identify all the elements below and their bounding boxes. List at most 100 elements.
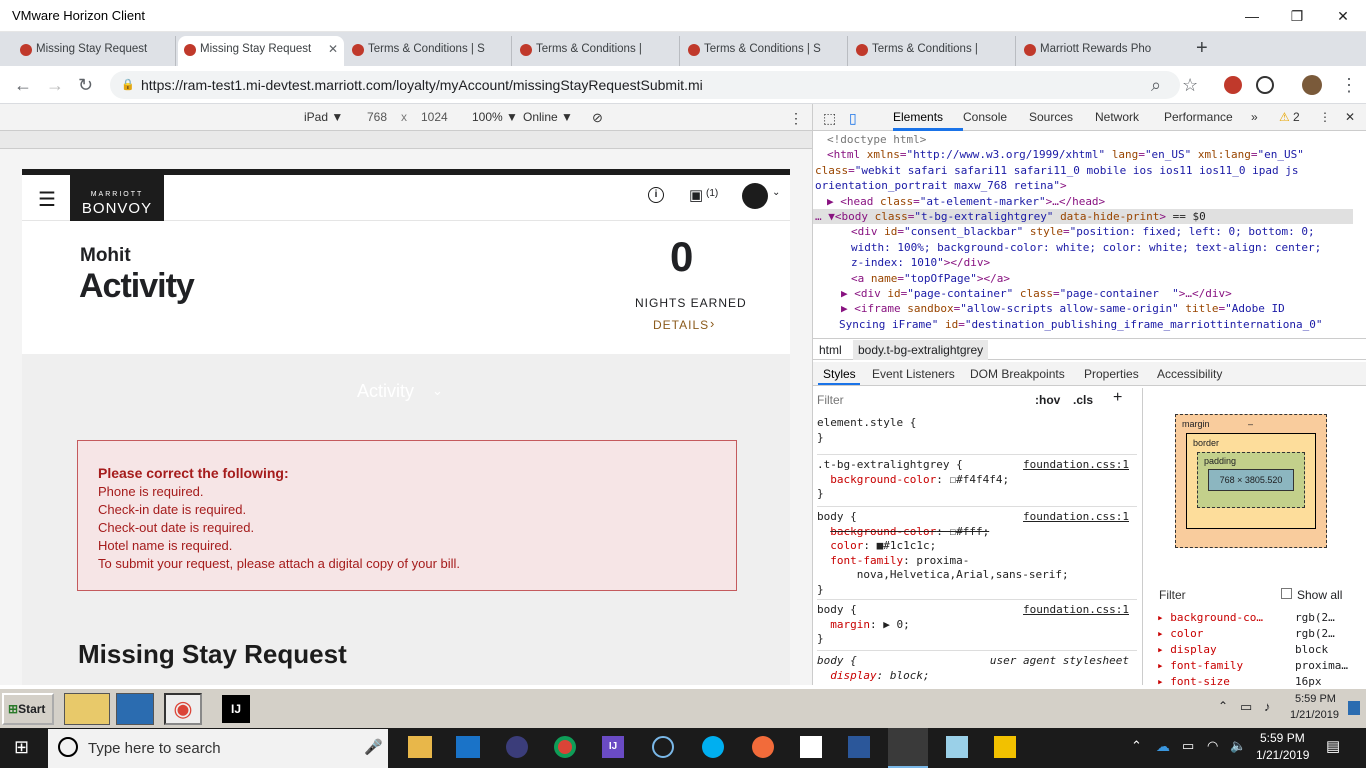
extension-w-icon[interactable] — [1256, 76, 1274, 94]
intellij-icon[interactable]: IJ — [222, 695, 250, 723]
device-menu-icon[interactable]: ⋮ — [789, 110, 803, 127]
wifi-icon[interactable]: ◠ — [1207, 738, 1218, 754]
account-avatar-icon[interactable] — [742, 183, 768, 209]
word-icon[interactable] — [848, 736, 870, 758]
computed-row[interactable]: ▸ display block — [1157, 642, 1353, 658]
microphone-icon[interactable]: 🎤 — [364, 738, 383, 756]
battery-icon[interactable]: ▭ — [1182, 738, 1194, 754]
media-app-icon[interactable] — [652, 736, 674, 758]
tray-chevron-icon[interactable]: ⌃ — [1218, 699, 1228, 713]
network-select[interactable]: Online ▼ — [523, 110, 573, 124]
close-tab-icon[interactable]: ✕ — [328, 36, 338, 62]
styles-filter-input[interactable] — [817, 390, 1025, 410]
network-tray-icon[interactable]: ▭ — [1240, 699, 1252, 715]
lock-app-icon[interactable] — [994, 736, 1016, 758]
tool-app-icon[interactable] — [752, 736, 774, 758]
volume-tray-icon[interactable]: ♪ — [1264, 699, 1271, 714]
show-all-checkbox[interactable] — [1281, 588, 1292, 599]
css-rule[interactable]: body {foundation.css:1 margin: ▶ 0; } — [817, 599, 1137, 647]
bookmark-star-icon[interactable]: ☆ — [1182, 75, 1198, 96]
inspect-element-icon[interactable]: ⬚ — [823, 110, 836, 127]
hov-toggle[interactable]: :hov — [1035, 393, 1060, 407]
box-padding[interactable]: padding 768 × 3805.520 — [1197, 452, 1305, 508]
browser-tab[interactable]: Marriott Rewards Pho — [1018, 36, 1184, 66]
activity-dropdown[interactable]: Activity — [357, 381, 414, 402]
user-agent-rule[interactable]: body {user agent stylesheet display: blo… — [817, 650, 1137, 683]
warning-count[interactable]: 2 — [1293, 110, 1300, 124]
browser-tab[interactable]: Terms & Conditions | — [514, 36, 680, 66]
breadcrumb-html[interactable]: html — [819, 343, 842, 357]
photos-icon[interactable] — [800, 736, 822, 758]
cls-toggle[interactable]: .cls — [1073, 393, 1093, 407]
media-player-icon[interactable] — [116, 693, 154, 725]
outlook-icon[interactable] — [456, 736, 480, 758]
chevron-down-icon[interactable]: ⌄ — [772, 187, 780, 198]
profile-avatar[interactable] — [1302, 75, 1322, 95]
tab-event-listeners[interactable]: Event Listeners — [872, 367, 955, 381]
new-tab-button[interactable]: + — [1196, 37, 1208, 60]
box-content[interactable]: 768 × 3805.520 — [1208, 469, 1294, 491]
maximize-button[interactable]: ❐ — [1285, 6, 1309, 26]
tab-styles[interactable]: Styles — [823, 367, 856, 381]
tab-elements[interactable]: Elements — [893, 110, 943, 124]
computed-filter[interactable]: Filter — [1159, 588, 1186, 602]
computed-row[interactable]: ▸ background-co… rgb(2… — [1157, 610, 1353, 626]
onedrive-icon[interactable]: ☁ — [1156, 738, 1170, 755]
new-rule-icon[interactable]: + — [1113, 389, 1122, 407]
browser-tab[interactable]: Missing Stay Request — [14, 36, 176, 66]
file-explorer-icon[interactable] — [64, 693, 110, 725]
show-desktop-icon[interactable] — [1348, 701, 1360, 715]
rotate-icon[interactable]: ⊘ — [592, 110, 603, 126]
element-style-rule[interactable]: element.style { } — [817, 416, 1137, 445]
box-margin[interactable]: margin – border padding 768 × 3805.520 — [1175, 414, 1327, 548]
tray-chevron-icon[interactable]: ⌃ — [1131, 738, 1142, 754]
device-mode-icon[interactable]: ▯ — [849, 110, 857, 127]
forward-icon[interactable]: → — [46, 75, 64, 96]
chrome-icon[interactable] — [554, 736, 576, 758]
chrome-taskbar-icon[interactable]: ◉ — [164, 693, 202, 725]
tab-performance[interactable]: Performance — [1164, 110, 1233, 124]
url-text[interactable]: https://ram-test1.mi-devtest.marriott.co… — [141, 77, 703, 93]
reload-icon[interactable]: ↻ — [78, 75, 93, 96]
computed-row[interactable]: ▸ color rgb(2… — [1157, 626, 1353, 642]
box-border[interactable]: border padding 768 × 3805.520 — [1186, 433, 1316, 529]
device-select[interactable]: iPad ▼ — [304, 110, 343, 124]
breadcrumb-body[interactable]: body.t-bg-extralightgrey — [853, 340, 989, 360]
back-icon[interactable]: ← — [14, 75, 32, 96]
hamburger-menu-icon[interactable]: ☰ — [38, 187, 56, 212]
close-button[interactable]: ✕ — [1331, 6, 1355, 26]
tab-properties[interactable]: Properties — [1084, 367, 1139, 381]
intellij-icon[interactable]: IJ — [602, 736, 624, 758]
browser-tab[interactable]: Terms & Conditions | — [850, 36, 1016, 66]
close-devtools-icon[interactable]: ✕ — [1345, 110, 1355, 124]
info-icon[interactable]: i — [648, 187, 664, 203]
device-width[interactable]: 768 — [367, 110, 387, 124]
tab-network[interactable]: Network — [1095, 110, 1139, 124]
details-link[interactable]: DETAILS — [653, 318, 709, 332]
tab-dom-breakpoints[interactable]: DOM Breakpoints — [970, 367, 1065, 381]
minimize-button[interactable]: — — [1240, 6, 1264, 26]
remote-desktop-icon[interactable] — [888, 728, 928, 768]
computed-row[interactable]: ▸ font-family proxima… — [1157, 658, 1353, 674]
tab-console[interactable]: Console — [963, 110, 1007, 124]
extension-icon[interactable] — [1224, 76, 1242, 94]
tab-accessibility[interactable]: Accessibility — [1157, 367, 1222, 381]
browser-tab-active[interactable]: Missing Stay Request ✕ — [178, 36, 344, 66]
css-rule[interactable]: .t-bg-extralightgrey {foundation.css:1 b… — [817, 454, 1137, 502]
app-icon[interactable] — [946, 736, 968, 758]
windows-start-icon[interactable]: ⊞ — [14, 737, 29, 758]
skype-icon[interactable] — [702, 736, 724, 758]
volume-icon[interactable]: 🔈 — [1230, 738, 1246, 754]
more-tabs-icon[interactable]: » — [1251, 110, 1258, 124]
css-rule[interactable]: body {foundation.css:1 background-color:… — [817, 506, 1137, 597]
browser-tab[interactable]: Terms & Conditions | S — [346, 36, 512, 66]
device-height[interactable]: 1024 — [421, 110, 448, 124]
tab-sources[interactable]: Sources — [1029, 110, 1073, 124]
suitcase-icon[interactable]: ▣ — [689, 186, 703, 204]
zoom-select[interactable]: 100% ▼ — [472, 110, 518, 124]
devtools-menu-icon[interactable]: ⋮ — [1319, 110, 1331, 124]
taskbar-search-box[interactable]: Type here to search 🎤 — [48, 729, 388, 768]
warning-icon[interactable]: ⚠ — [1279, 110, 1290, 124]
zoom-icon[interactable]: ⌕ — [1151, 75, 1161, 96]
start-button[interactable]: ⊞Start — [2, 693, 54, 725]
